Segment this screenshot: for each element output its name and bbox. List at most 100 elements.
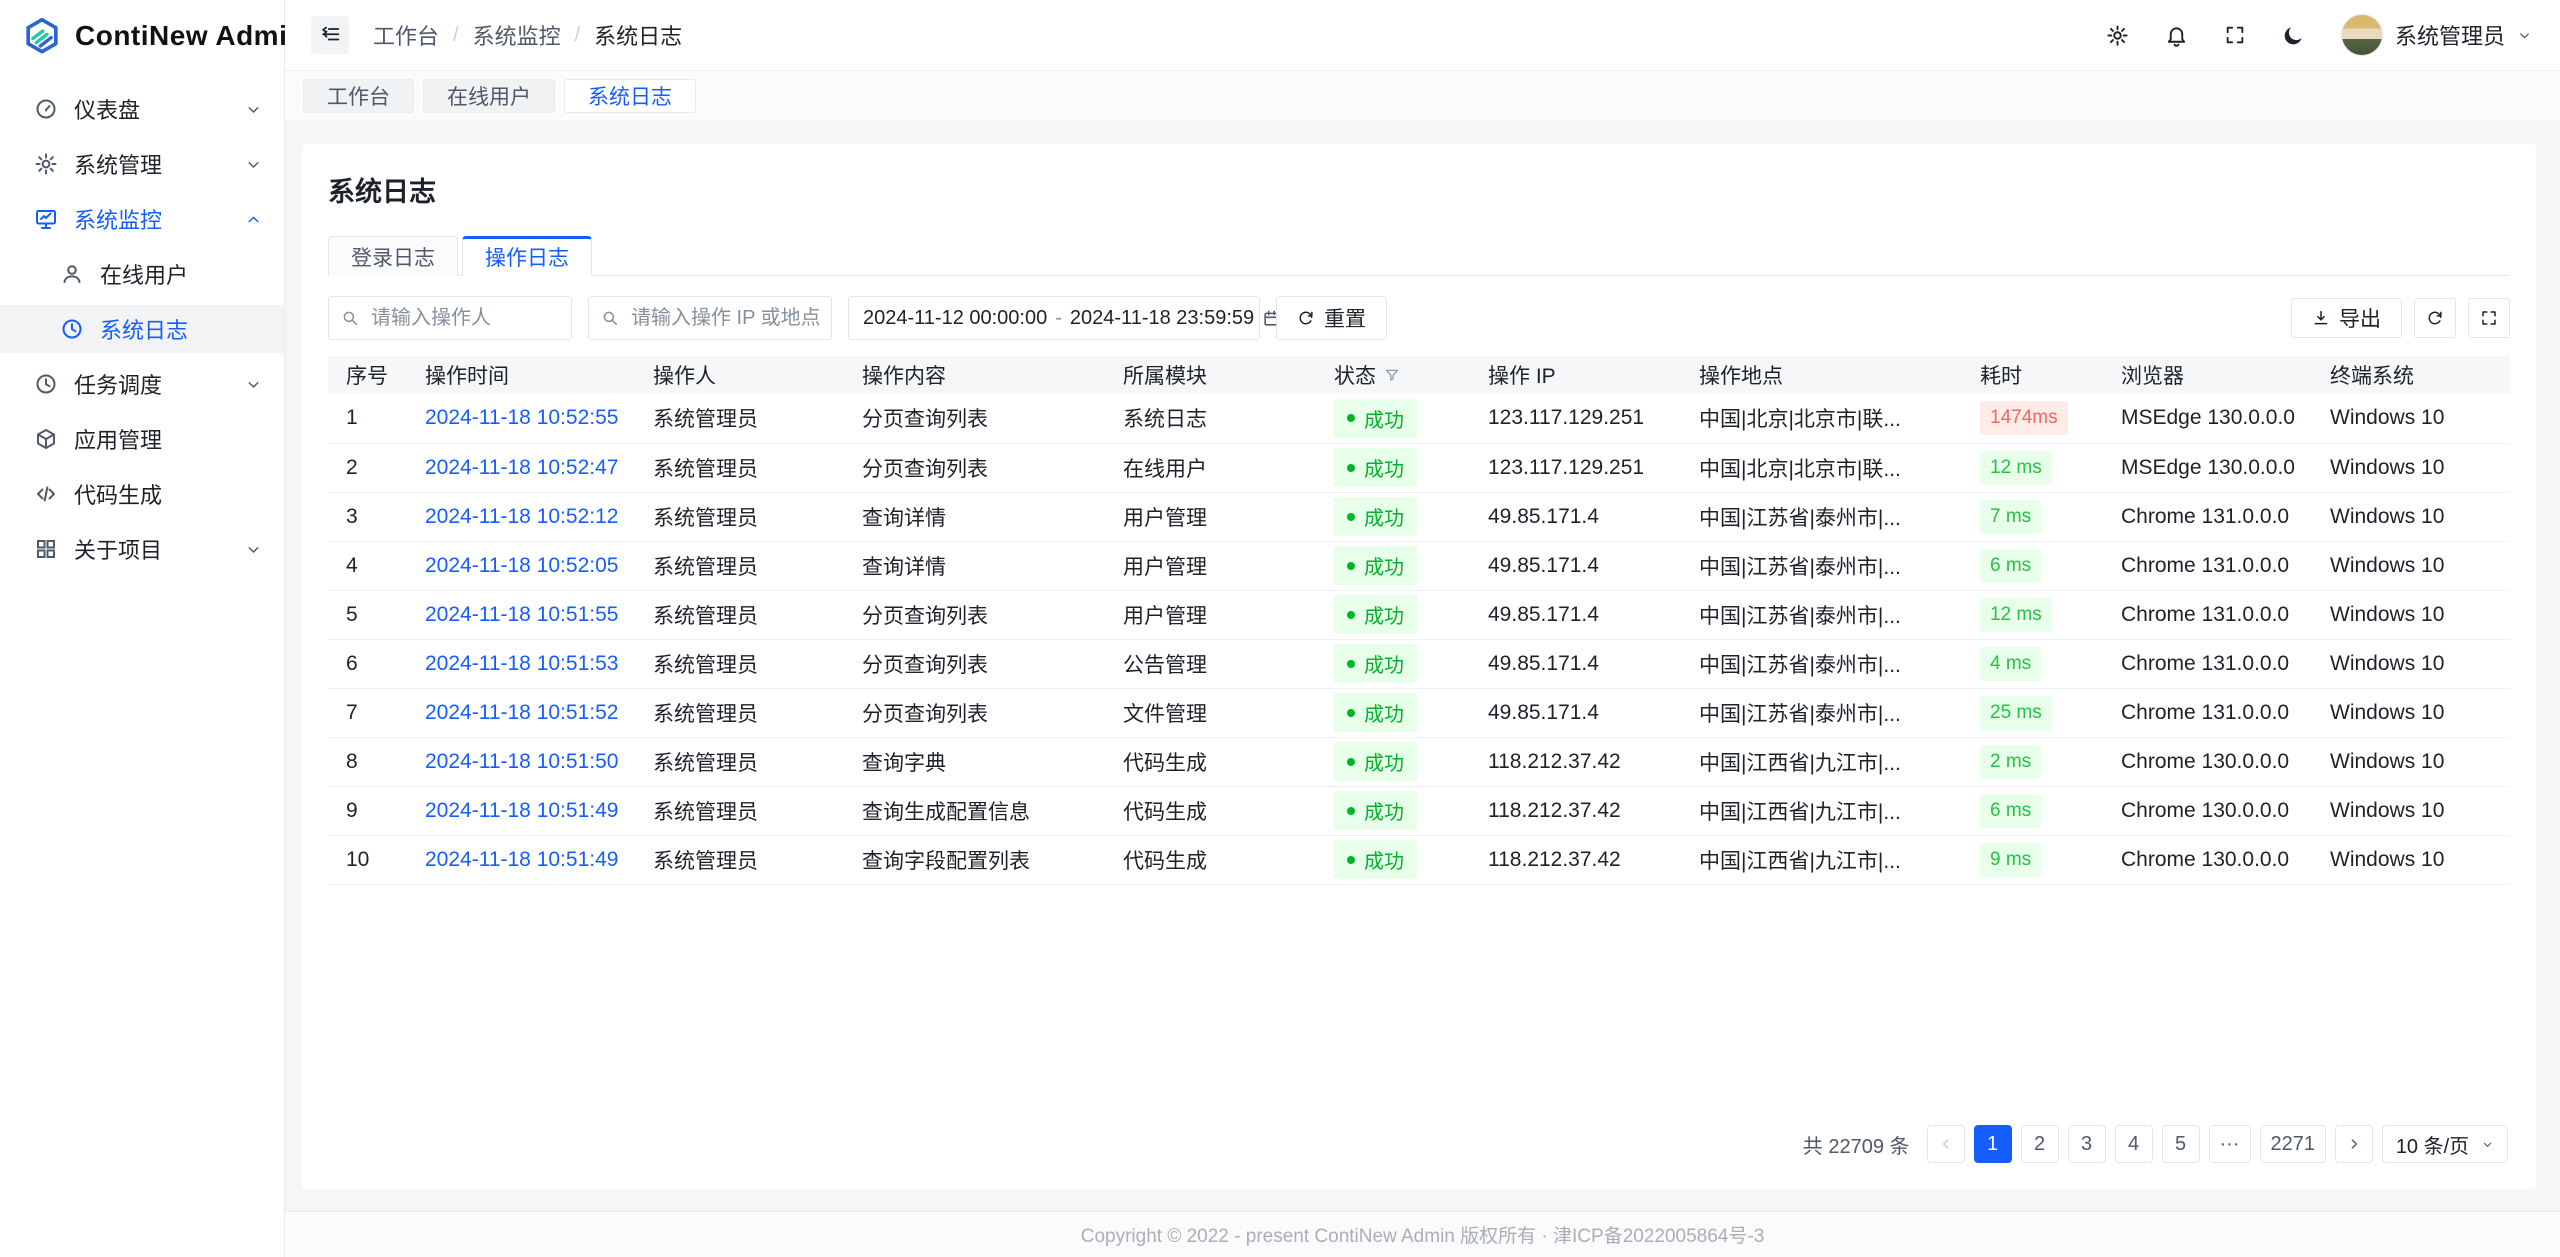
- cell-operator: 系统管理员: [641, 688, 850, 737]
- cell-cost: 2 ms: [1968, 737, 2109, 786]
- topbar: 工作台 / 系统监控 / 系统日志 系统管理员: [285, 0, 2560, 71]
- prev-page-button[interactable]: [1927, 1125, 1965, 1163]
- page-number-button[interactable]: ···: [2209, 1125, 2251, 1163]
- filter-icon[interactable]: [1384, 367, 1400, 383]
- settings-button[interactable]: [2106, 24, 2129, 47]
- time-link[interactable]: 2024-11-18 10:52:55: [425, 406, 618, 429]
- status-badge: 成功: [1334, 595, 1417, 634]
- col-content: 操作内容: [850, 356, 1111, 394]
- export-button[interactable]: 导出: [2291, 298, 2402, 338]
- col-status-label: 状态: [1334, 360, 1376, 390]
- time-link[interactable]: 2024-11-18 10:52:05: [425, 554, 618, 577]
- sidebar-item-system-monitor[interactable]: 系统监控: [0, 195, 284, 243]
- time-link[interactable]: 2024-11-18 10:52:47: [425, 456, 618, 479]
- cell-os: Windows 10: [2318, 786, 2510, 835]
- breadcrumb-item[interactable]: 系统监控: [473, 19, 561, 51]
- page-number-button[interactable]: 4: [2115, 1125, 2153, 1163]
- status-badge: 成功: [1334, 399, 1417, 438]
- sidebar-item-online-users[interactable]: 在线用户: [0, 250, 284, 298]
- cell-cost: 9 ms: [1968, 835, 2109, 884]
- cost-badge: 12 ms: [1980, 451, 2052, 485]
- grid-icon: [34, 537, 58, 561]
- cell-browser: Chrome 130.0.0.0: [2109, 835, 2318, 884]
- search-icon: [341, 309, 359, 327]
- time-link[interactable]: 2024-11-18 10:52:12: [425, 505, 618, 528]
- page-size-value: 10 条/页: [2396, 1130, 2469, 1159]
- page-number-button[interactable]: 5: [2162, 1125, 2200, 1163]
- sidebar-item-task-schedule[interactable]: 任务调度: [0, 360, 284, 408]
- sidebar-item-dashboard[interactable]: 仪表盘: [0, 85, 284, 133]
- status-dot-icon: [1347, 660, 1355, 668]
- sidebar-item-about-project[interactable]: 关于项目: [0, 525, 284, 573]
- chevron-down-icon: [245, 101, 262, 118]
- time-link[interactable]: 2024-11-18 10:51:53: [425, 652, 618, 675]
- status-badge: 成功: [1334, 497, 1417, 536]
- next-page-button[interactable]: [2335, 1125, 2373, 1163]
- sidebar: ContiNew Admin 仪表盘 系统管理 系统监控 在线用户 系统日志 任: [0, 0, 285, 1257]
- monitor-icon: [34, 207, 58, 231]
- cost-badge: 25 ms: [1980, 696, 2052, 730]
- app-logo[interactable]: ContiNew Admin: [0, 0, 284, 72]
- breadcrumb-item[interactable]: 工作台: [373, 19, 439, 51]
- status-label: 成功: [1364, 649, 1404, 678]
- page-number-button[interactable]: 2271: [2260, 1125, 2327, 1163]
- collapse-sidebar-button[interactable]: [311, 16, 349, 54]
- status-dot-icon: [1347, 856, 1355, 864]
- reset-button[interactable]: 重置: [1276, 296, 1387, 340]
- status-dot-icon: [1347, 513, 1355, 521]
- ip-search: [588, 296, 832, 340]
- table-row: 8 2024-11-18 10:51:50 系统管理员 查询字典 代码生成 成功…: [328, 737, 2510, 786]
- cell-status: 成功: [1322, 737, 1476, 786]
- cell-no: 8: [328, 737, 413, 786]
- breadcrumb: 工作台 / 系统监控 / 系统日志: [373, 19, 682, 51]
- cell-module: 用户管理: [1111, 590, 1322, 639]
- notifications-button[interactable]: [2165, 24, 2188, 47]
- time-link[interactable]: 2024-11-18 10:51:55: [425, 603, 618, 626]
- time-link[interactable]: 2024-11-18 10:51:49: [425, 848, 618, 871]
- col-module: 所属模块: [1111, 356, 1322, 394]
- breadcrumb-separator: /: [453, 24, 459, 47]
- page-number-button[interactable]: 2: [2021, 1125, 2059, 1163]
- sidebar-item-code-generation[interactable]: 代码生成: [0, 470, 284, 518]
- log-tab[interactable]: 登录日志: [328, 236, 458, 276]
- status-dot-icon: [1347, 807, 1355, 815]
- cell-os: Windows 10: [2318, 737, 2510, 786]
- table-fullscreen-button[interactable]: [2468, 298, 2510, 338]
- cell-os: Windows 10: [2318, 590, 2510, 639]
- ip-search-input[interactable]: [588, 296, 832, 340]
- sidebar-item-app-management[interactable]: 应用管理: [0, 415, 284, 463]
- sidebar-item-label: 系统日志: [100, 313, 188, 345]
- sidebar-item-label: 应用管理: [74, 423, 162, 455]
- sidebar-item-system-management[interactable]: 系统管理: [0, 140, 284, 188]
- chevron-down-icon: [245, 376, 262, 393]
- cell-os: Windows 10: [2318, 639, 2510, 688]
- status-label: 成功: [1364, 796, 1404, 825]
- table-row: 7 2024-11-18 10:51:52 系统管理员 分页查询列表 文件管理 …: [328, 688, 2510, 737]
- page-tab[interactable]: 系统日志: [564, 79, 696, 113]
- page-tab[interactable]: 工作台: [303, 79, 414, 113]
- cell-browser: Chrome 131.0.0.0: [2109, 492, 2318, 541]
- page-number-button[interactable]: 1: [1974, 1125, 2012, 1163]
- cell-location: 中国|江西省|九江市|...: [1687, 835, 1968, 884]
- cell-cost: 6 ms: [1968, 786, 2109, 835]
- dark-mode-toggle[interactable]: [2282, 24, 2305, 47]
- sidebar-item-system-log[interactable]: 系统日志: [0, 305, 284, 353]
- page-tab[interactable]: 在线用户: [423, 79, 555, 113]
- operator-search-input[interactable]: [328, 296, 572, 340]
- time-link[interactable]: 2024-11-18 10:51:49: [425, 799, 618, 822]
- page-number-button[interactable]: 3: [2068, 1125, 2106, 1163]
- cell-location: 中国|江苏省|泰州市|...: [1687, 541, 1968, 590]
- cell-no: 2: [328, 443, 413, 492]
- log-tab[interactable]: 操作日志: [462, 236, 592, 276]
- fullscreen-button[interactable]: [2224, 24, 2246, 46]
- cell-location: 中国|江西省|九江市|...: [1687, 737, 1968, 786]
- cell-time: 2024-11-18 10:52:47: [413, 443, 641, 492]
- cell-time: 2024-11-18 10:51:49: [413, 835, 641, 884]
- time-link[interactable]: 2024-11-18 10:51:50: [425, 750, 618, 773]
- cell-cost: 7 ms: [1968, 492, 2109, 541]
- time-link[interactable]: 2024-11-18 10:51:52: [425, 701, 618, 724]
- user-menu[interactable]: 系统管理员: [2341, 14, 2532, 56]
- date-range-picker[interactable]: 2024-11-12 00:00:00 - 2024-11-18 23:59:5…: [848, 296, 1260, 340]
- refresh-table-button[interactable]: [2414, 298, 2456, 338]
- page-size-select[interactable]: 10 条/页: [2382, 1125, 2508, 1163]
